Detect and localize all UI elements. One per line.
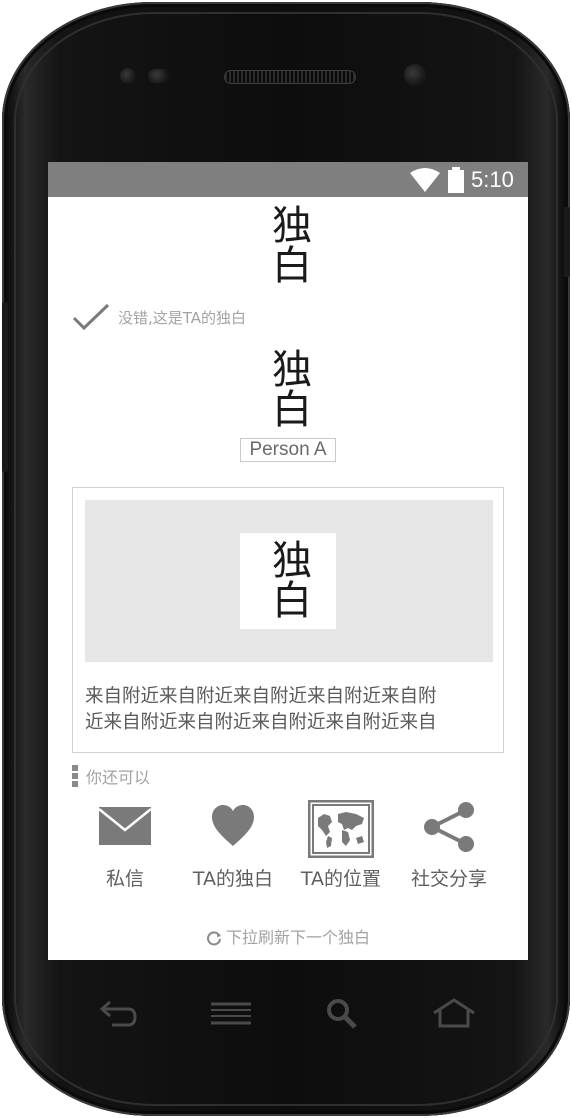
status-bar: 5:10	[48, 162, 528, 197]
hint-text: 你还可以	[86, 768, 151, 787]
power-button	[564, 207, 570, 277]
verified-text: 没错,这是TA的独白	[118, 308, 247, 327]
wifi-icon	[410, 168, 440, 192]
message-action-label: 私信	[105, 868, 144, 890]
search-icon[interactable]	[322, 996, 362, 1032]
logo-text: 独白	[265, 204, 311, 284]
card-logo-box: 独白	[240, 533, 336, 629]
location-action-label: TA的位置	[300, 868, 382, 890]
app-logo: 独白	[265, 204, 311, 284]
proximity-sensor	[120, 68, 136, 84]
status-time: 5:10	[471, 167, 514, 192]
avatar-logo-text: 独白	[265, 348, 311, 428]
front-camera	[404, 64, 426, 86]
screen: 5:10 独白 没错,这是TA的独白 独白 Person A 独白 来自附近来自…	[48, 162, 528, 960]
monologue-action-label: TA的独白	[192, 868, 274, 890]
menu-icon[interactable]	[208, 996, 254, 1032]
refresh-text: 下拉刷新下一个独白	[225, 928, 370, 947]
profile-avatar[interactable]: 独白	[260, 346, 316, 430]
card-logo-text: 独白	[265, 539, 311, 619]
profile-name[interactable]: Person A	[240, 438, 336, 462]
heart-icon	[212, 805, 254, 846]
share-icon	[424, 802, 474, 852]
card-description: 来自附近来自附近来自附近来自附近来自附 近来自附近来自附近来自附近来自附近来自	[85, 684, 493, 736]
card-text-line-2: 近来自附近来自附近来自附近来自附近来自	[85, 712, 437, 733]
monologue-card[interactable]: 独白 来自附近来自附近来自附近来自附近来自附 近来自附近来自附近来自附近来自附近…	[72, 487, 504, 753]
light-sensor	[148, 69, 170, 83]
battery-icon	[448, 167, 464, 193]
back-icon[interactable]	[98, 996, 140, 1032]
home-icon[interactable]	[430, 996, 478, 1032]
card-image[interactable]: 独白	[85, 500, 493, 662]
card-logo: 独白	[265, 539, 311, 619]
share-action-label: 社交分享	[410, 868, 487, 890]
location-action-button[interactable]: TA的位置	[286, 798, 396, 894]
verified-row: 没错,这是TA的独白	[72, 302, 246, 332]
volume-button	[2, 302, 8, 472]
hint-row: 你还可以	[72, 764, 150, 788]
monologue-action-button[interactable]: TA的独白	[178, 798, 288, 894]
share-action-button[interactable]: 社交分享	[394, 798, 504, 894]
pull-to-refresh-hint[interactable]: 下拉刷新下一个独白	[48, 924, 528, 948]
refresh-icon	[207, 931, 221, 946]
message-action-button[interactable]: 私信	[70, 798, 180, 894]
world-map-icon	[308, 800, 374, 858]
drag-handle-icon	[72, 765, 78, 787]
card-text-line-1: 来自附近来自附近来自附近来自附近来自附	[85, 686, 437, 707]
checkmark-icon	[72, 303, 110, 331]
mail-icon	[98, 807, 152, 845]
earpiece-speaker	[224, 70, 356, 84]
action-bar: 私信 TA的独白 TA的位置 社交分享	[48, 798, 528, 894]
